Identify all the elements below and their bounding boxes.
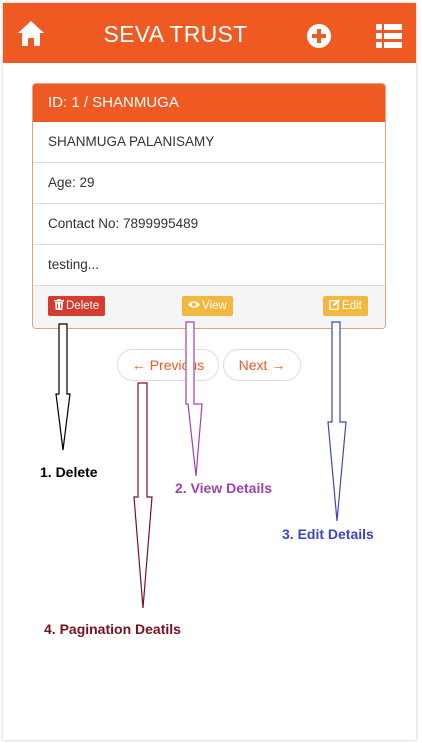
- edit-button[interactable]: Edit: [323, 296, 368, 316]
- view-button[interactable]: View: [182, 296, 233, 316]
- app-header: SEVA TRUST: [3, 3, 416, 63]
- previous-button[interactable]: ← Previous: [117, 349, 219, 381]
- record-card-footer: Delete View Edit: [33, 286, 385, 328]
- delete-button[interactable]: Delete: [48, 296, 106, 316]
- record-age: Age: 29: [33, 163, 385, 204]
- view-button-label: View: [202, 300, 227, 312]
- edit-icon: [329, 299, 340, 311]
- record-card: ID: 1 / SHANMUGA SHANMUGA PALANISAMY Age…: [32, 83, 386, 329]
- app-title: SEVA TRUST: [103, 21, 248, 47]
- list-icon[interactable]: [376, 24, 402, 48]
- record-card-title: ID: 1 / SHANMUGA: [33, 84, 385, 122]
- annotation-view-details: 2. View Details: [175, 480, 273, 496]
- record-note: testing...: [33, 245, 385, 286]
- plus-circle-icon[interactable]: [306, 23, 332, 49]
- annotation-edit-details: 3. Edit Details: [282, 526, 374, 542]
- eye-icon: [188, 301, 200, 309]
- record-name: SHANMUGA PALANISAMY: [33, 122, 385, 163]
- annotation-pagination-details: 4. Pagination Deatils: [44, 621, 181, 637]
- trash-icon: [54, 299, 64, 311]
- delete-button-label: Delete: [66, 300, 100, 312]
- next-button[interactable]: Next →: [223, 349, 301, 381]
- record-contact: Contact No: 7899995489: [33, 204, 385, 245]
- annotation-delete: 1. Delete: [40, 464, 98, 480]
- edit-button-label: Edit: [342, 300, 362, 312]
